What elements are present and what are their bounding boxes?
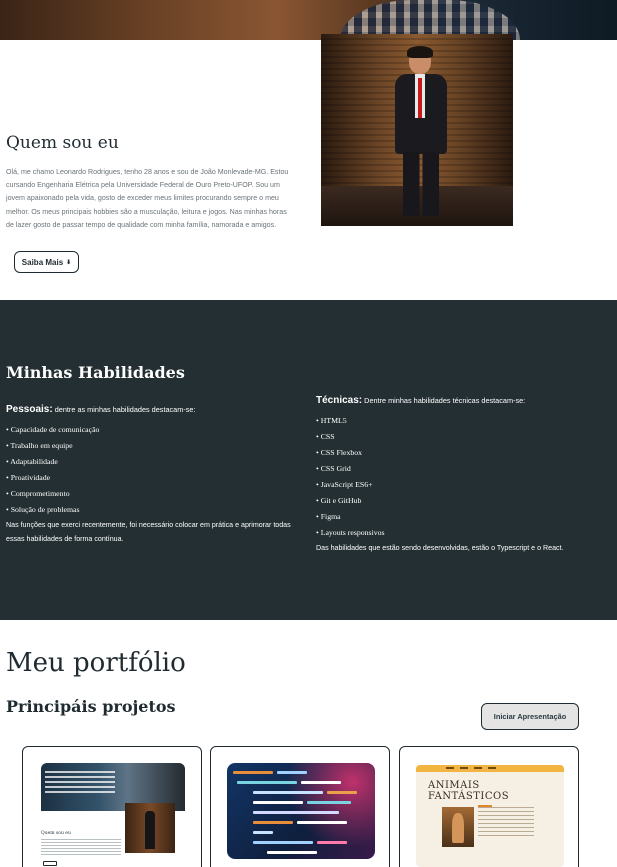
start-presentation-button[interactable]: Iniciar Apresentação <box>481 703 579 730</box>
saiba-mais-label: Saiba Mais <box>21 257 64 267</box>
skills-section: Minhas Habilidades Pessoais: dentre as m… <box>0 300 617 620</box>
list-item: Solução de problemas <box>6 502 306 518</box>
list-item: Trabalho em equipe <box>6 438 306 454</box>
personal-skills-intro: dentre as minhas habilidades destacam-se… <box>52 405 196 414</box>
list-item: Capacidade de comunicação <box>6 422 306 438</box>
list-item: CSS Flexbox <box>316 445 611 461</box>
project-thumbnail <box>227 763 375 859</box>
list-item: Git e GitHub <box>316 493 611 509</box>
list-item: CSS <box>316 429 611 445</box>
personal-skills-heading: Pessoais: <box>6 404 53 415</box>
project-card-2[interactable] <box>210 746 390 867</box>
list-item: CSS Grid <box>316 461 611 477</box>
arrow-down-icon: ⬇ <box>66 259 72 266</box>
personal-skills-note: Nas funções que exerci recentemente, foi… <box>6 521 291 543</box>
list-item: JavaScript ES6+ <box>316 477 611 493</box>
list-item: Proatividade <box>6 470 306 486</box>
about-title: Quem sou eu <box>6 133 119 153</box>
personal-skills-list: Capacidade de comunicação Trabalho em eq… <box>6 422 306 518</box>
personal-skills-column: Pessoais: dentre as minhas habilidades d… <box>6 404 306 546</box>
hero-banner-image <box>0 0 617 40</box>
list-item: HTML5 <box>316 413 611 429</box>
list-item: Adaptabilidade <box>6 454 306 470</box>
project-card-1[interactable]: Quem sou eu <box>22 746 202 867</box>
project-thumbnail: Quem sou eu <box>41 763 185 867</box>
thumbnail-title: Quem sou eu <box>41 831 71 836</box>
profile-photo <box>321 34 513 226</box>
project-thumbnail: ANIMAIS FANTÁSTICOS <box>416 765 564 867</box>
technical-skills-column: Técnicas: Dentre minhas habilidades técn… <box>316 395 611 556</box>
list-item: Figma <box>316 509 611 525</box>
person-figure <box>391 46 451 218</box>
portfolio-subtitle: Principáis projetos <box>6 697 176 716</box>
thumbnail-title: ANIMAIS FANTÁSTICOS <box>428 780 510 802</box>
project-card-3[interactable]: ANIMAIS FANTÁSTICOS <box>399 746 579 867</box>
technical-skills-note: Das habilidades que estão sendo desenvol… <box>316 544 564 552</box>
technical-skills-list: HTML5 CSS CSS Flexbox CSS Grid JavaScrip… <box>316 413 611 541</box>
about-description: Olá, me chamo Leonardo Rodrigues, tenho … <box>6 168 289 229</box>
portfolio-title: Meu portfólio <box>6 648 186 678</box>
saiba-mais-button[interactable]: Saiba Mais ⬇ <box>14 251 79 273</box>
skills-title: Minhas Habilidades <box>6 363 185 382</box>
list-item: Comprometimento <box>6 486 306 502</box>
technical-skills-intro: Dentre minhas habilidades técnicas desta… <box>362 396 526 405</box>
list-item: Layouts responsivos <box>316 525 611 541</box>
technical-skills-heading: Técnicas: <box>316 395 363 406</box>
